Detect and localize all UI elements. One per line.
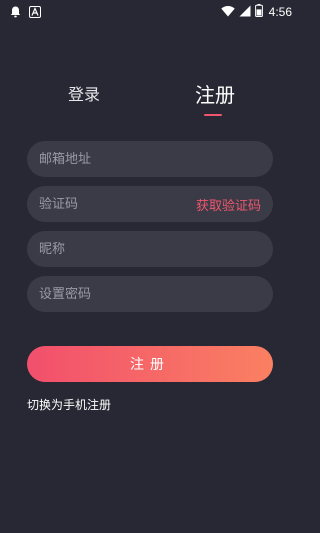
status-bar-right: 4:56: [220, 2, 292, 21]
status-bar-left: [10, 3, 41, 22]
get-code-button[interactable]: 获取验证码: [196, 195, 261, 214]
register-button[interactable]: 注册: [27, 346, 273, 382]
verification-code-input[interactable]: [39, 196, 190, 212]
status-bar: 4:56: [0, 0, 300, 20]
password-field: [27, 276, 273, 312]
wifi-icon: [220, 2, 235, 21]
tab-login[interactable]: 登录: [68, 84, 100, 106]
tab-register[interactable]: 注册: [195, 82, 235, 108]
switch-to-phone-register-link[interactable]: 切换为手机注册: [27, 397, 111, 413]
verification-code-field: 获取验证码: [27, 186, 273, 222]
status-time: 4:56: [268, 4, 292, 19]
notification-bell-icon: [10, 3, 21, 22]
active-tab-indicator: [204, 114, 222, 116]
nickname-input[interactable]: [39, 241, 261, 257]
nickname-field: [27, 231, 273, 267]
email-field: [27, 141, 273, 177]
email-input[interactable]: [39, 151, 261, 167]
password-input[interactable]: [39, 286, 261, 302]
signal-icon: [239, 2, 251, 21]
app-a-icon: [29, 3, 41, 22]
register-screen: 4:56 登录 注册 获取验证码 注册 切换为手机注册: [0, 0, 300, 533]
battery-icon: [254, 2, 263, 21]
